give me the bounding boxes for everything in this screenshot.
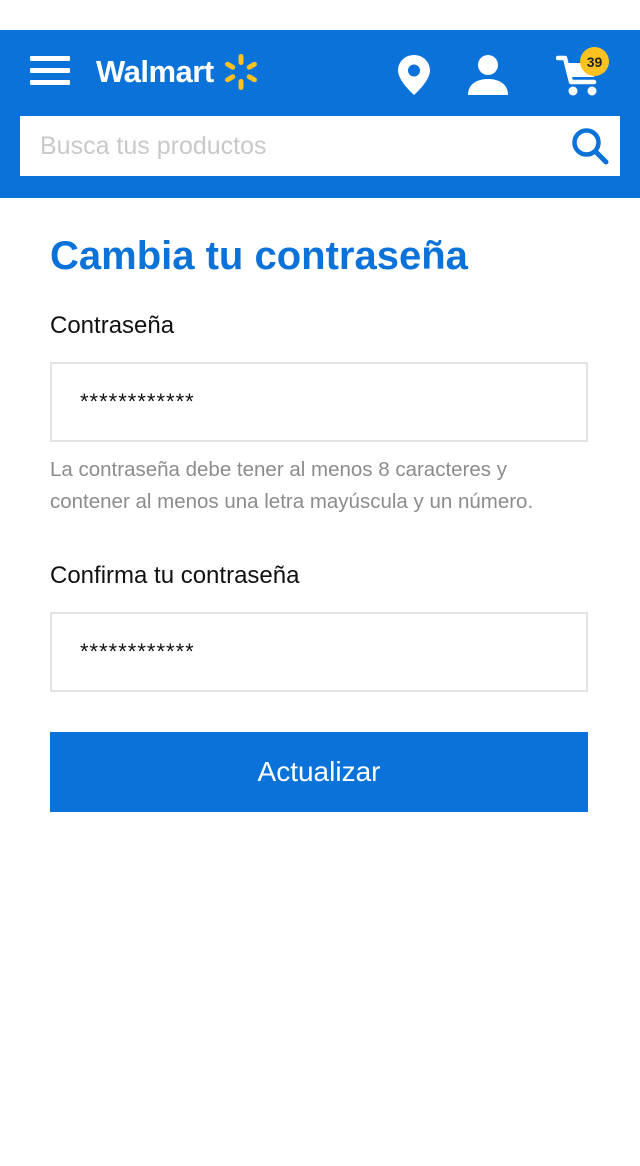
account-icon [468,55,508,95]
page-title: Cambia tu contraseña [50,234,468,278]
store-locator-button[interactable] [396,54,432,96]
menu-icon-bar [30,68,70,73]
search-input[interactable] [20,116,560,176]
header: Walmart 39 [0,30,640,198]
walmart-spark-icon [224,54,257,90]
update-button[interactable]: Actualizar [50,732,588,812]
cart-count-badge: 39 [580,47,609,76]
menu-icon-bar [30,56,70,61]
brand-name: Walmart [96,54,214,89]
account-button[interactable] [466,54,510,96]
confirm-password-field[interactable] [50,612,588,692]
location-pin-icon [398,55,430,95]
password-requirements-hint: La contraseña debe tener al menos 8 cara… [50,458,534,513]
confirm-password-label: Confirma tu contraseña [50,562,300,589]
menu-button[interactable] [30,56,70,86]
search-icon [572,128,609,165]
status-bar [0,0,640,30]
search-button[interactable] [560,116,620,176]
password-label: Contraseña [50,312,175,339]
menu-icon-bar [30,80,70,85]
password-field[interactable] [50,362,588,442]
walmart-logo[interactable]: Walmart [96,52,261,92]
search-bar [20,116,620,176]
